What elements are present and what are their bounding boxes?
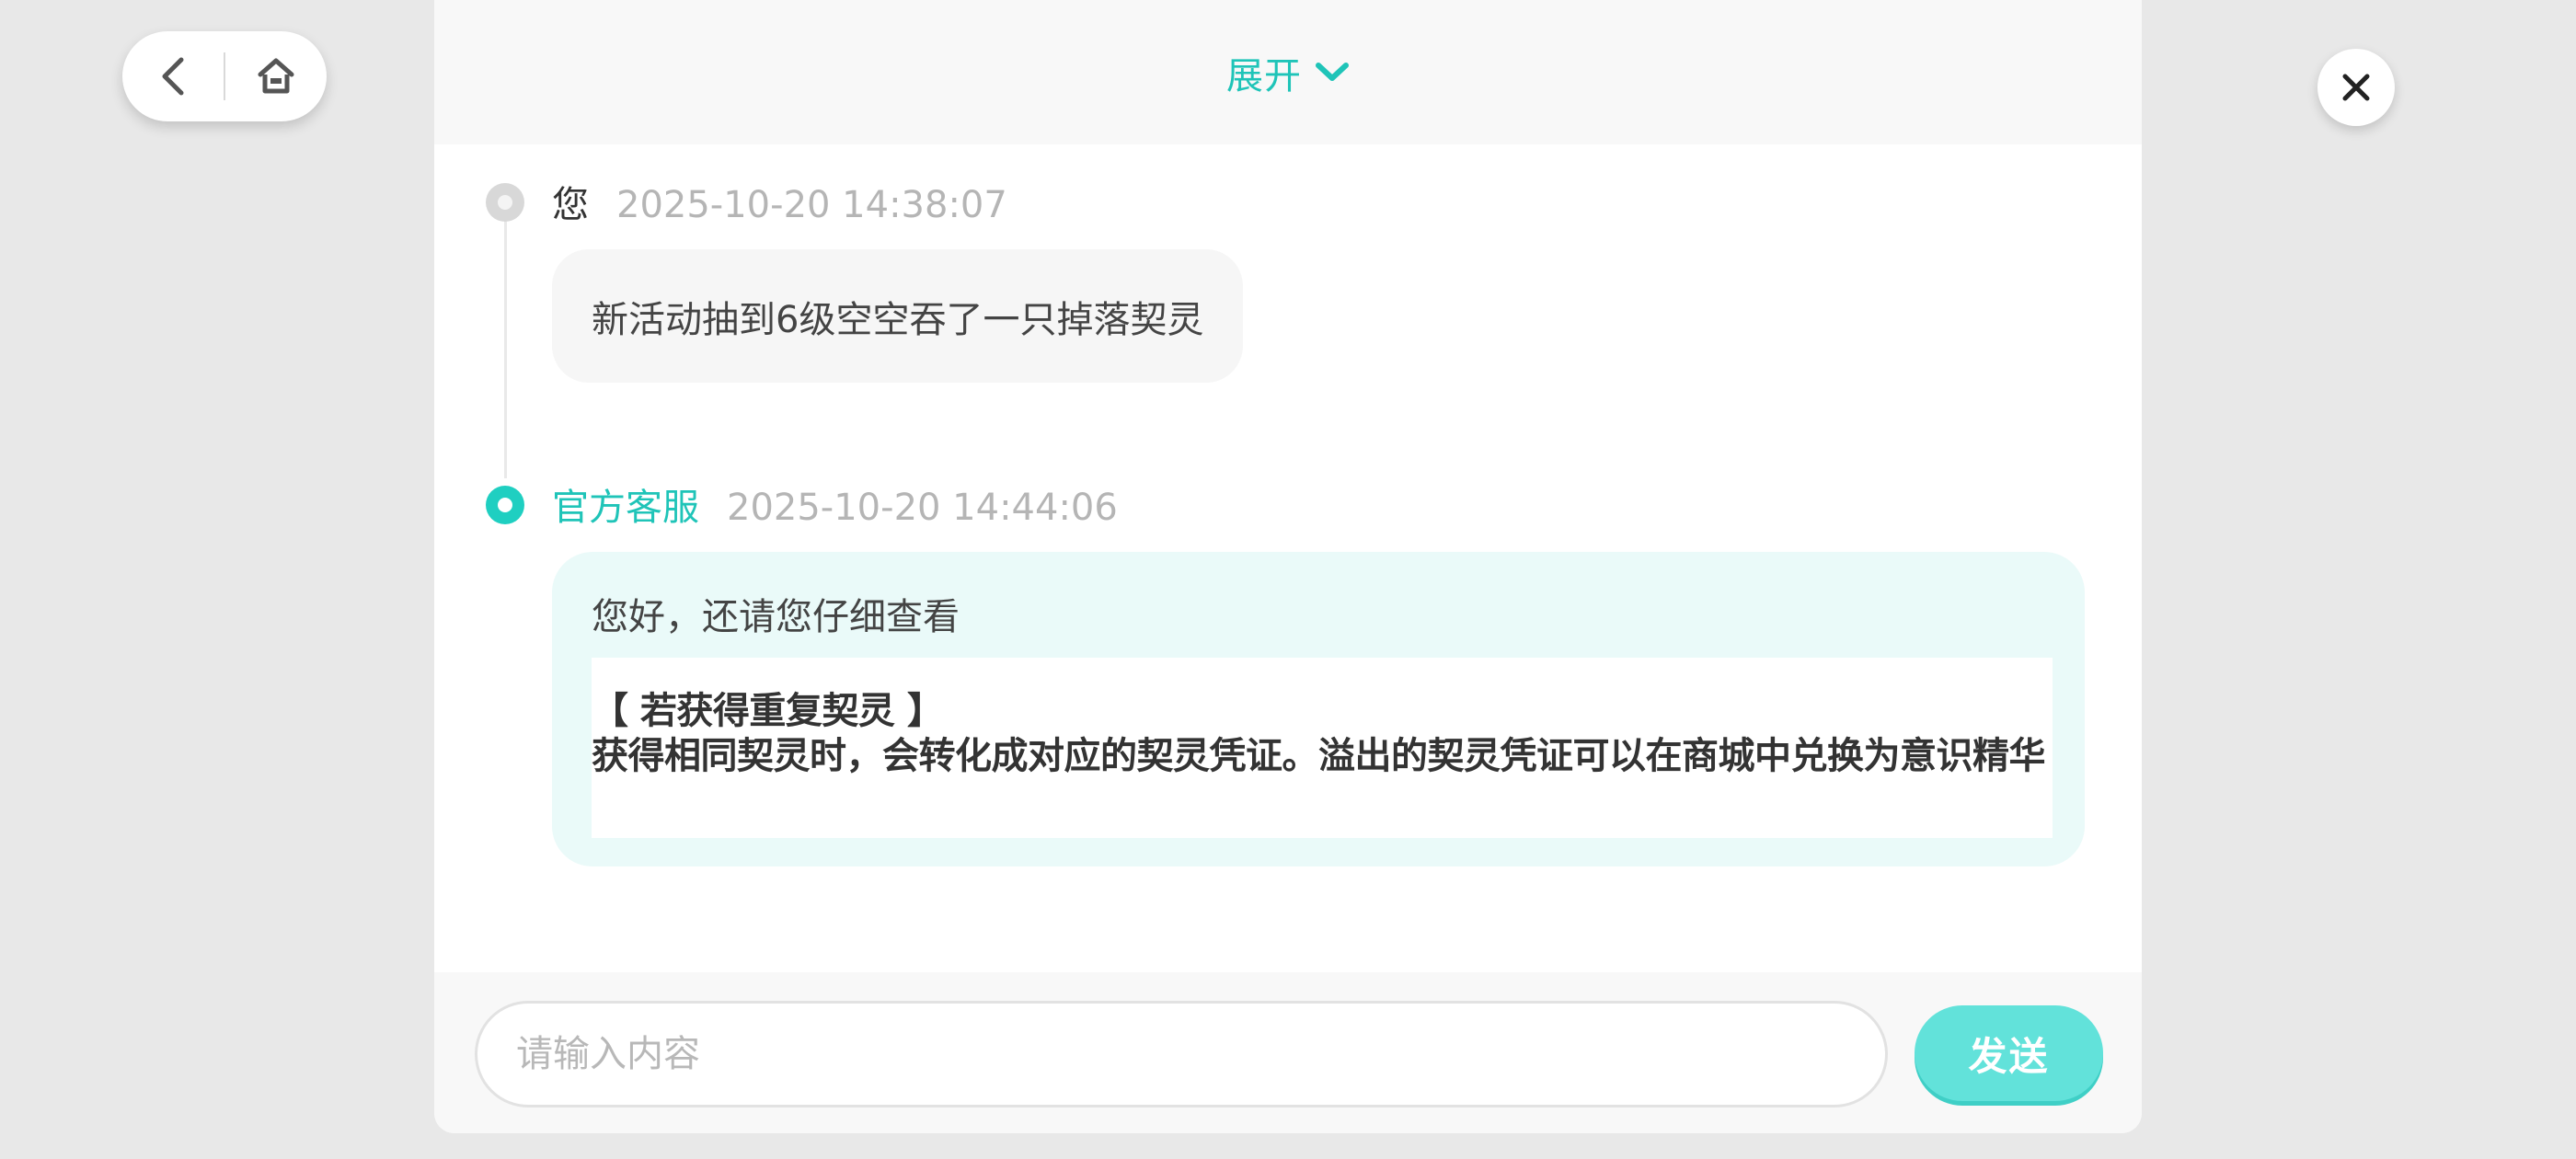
message-header-agent: 官方客服 2025-10-20 14:44:06 — [552, 477, 1118, 531]
home-button[interactable] — [225, 31, 327, 121]
sender-name-agent: 官方客服 — [552, 487, 699, 529]
timeline-dot-agent — [486, 486, 524, 524]
message-input[interactable] — [475, 1001, 1888, 1107]
close-button[interactable] — [2317, 49, 2395, 126]
close-icon — [2342, 74, 2370, 101]
home-icon — [258, 58, 294, 94]
expand-label: 展开 — [1226, 54, 1302, 98]
back-button[interactable] — [122, 31, 224, 121]
timeline-line — [504, 221, 507, 478]
notice-title: 【 若获得重复契灵 】 — [592, 690, 944, 732]
input-bar: 发送 — [434, 972, 2142, 1133]
chevron-down-icon — [1316, 62, 1349, 81]
message-header-user: 您 2025-10-20 14:38:07 — [552, 175, 1007, 228]
expand-button[interactable]: 展开 — [434, 0, 2142, 144]
notice-body: 获得相同契灵时，会转化成对应的契灵凭证。溢出的契灵凭证可以在商城中兑换为意识精华 — [592, 735, 2046, 777]
message-timestamp: 2025-10-20 14:38:07 — [616, 184, 1007, 226]
send-button[interactable]: 发送 — [1915, 1005, 2103, 1101]
nav-pill — [122, 31, 327, 121]
notice-box: 【 若获得重复契灵 】 获得相同契灵时，会转化成对应的契灵凭证。溢出的契灵凭证可… — [592, 658, 2053, 838]
timeline-dot-user — [486, 183, 524, 222]
message-bubble-user: 新活动抽到6级空空吞了一只掉落契灵 — [552, 249, 1244, 383]
message-timestamp-agent: 2025-10-20 14:44:06 — [727, 487, 1118, 529]
agent-greeting: 您好，还请您仔细查看 — [592, 596, 960, 638]
sender-name: 您 — [552, 184, 589, 226]
message-bubble-agent: 您好，还请您仔细查看 【 若获得重复契灵 】 获得相同契灵时，会转化成对应的契灵… — [552, 552, 2085, 866]
chevron-left-icon — [162, 57, 184, 96]
chat-panel: 展开 您 2025-10-20 14:38:07 新活动抽到6级空空吞了一只掉落… — [434, 0, 2142, 1133]
